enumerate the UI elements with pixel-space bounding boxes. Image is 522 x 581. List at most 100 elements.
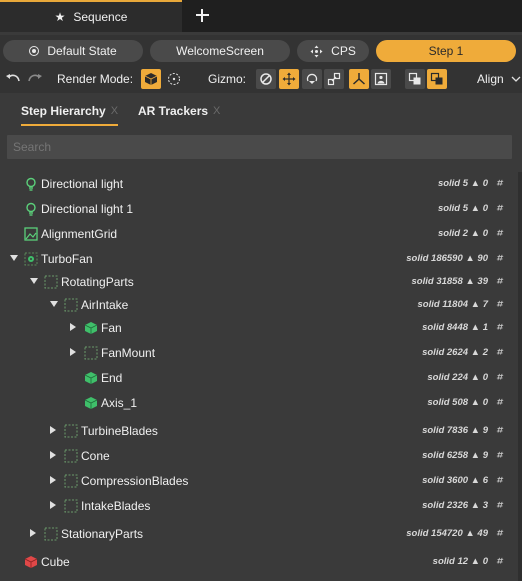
multi-select-button[interactable] <box>427 69 447 89</box>
gizmo-local-axes-button[interactable] <box>349 69 369 89</box>
redo-button[interactable] <box>25 69 45 89</box>
tree-item-name: TurboFan <box>41 252 93 266</box>
expand-arrow-right-icon[interactable] <box>30 529 36 537</box>
gizmo-rotate-button[interactable] <box>302 69 322 89</box>
undo-button[interactable] <box>3 69 23 89</box>
tree-item-name: FanMount <box>101 346 156 360</box>
cps-button[interactable]: CPS <box>297 40 369 62</box>
expand-arrow-right-icon[interactable] <box>50 451 56 459</box>
empty-group-icon <box>44 275 58 289</box>
visibility-toggle-icon[interactable]: ⌗ <box>496 322 502 333</box>
expand-arrow-right-icon[interactable] <box>50 476 56 484</box>
add-tab-button[interactable] <box>191 4 213 26</box>
default-state-label: Default State <box>47 44 117 58</box>
search-input[interactable] <box>7 135 512 159</box>
tree-item-name: TurbineBlades <box>81 424 158 438</box>
visibility-toggle-icon[interactable]: ⌗ <box>496 178 502 189</box>
document-tab-bar: ★ Sequence <box>0 0 522 32</box>
tree-row-fan[interactable]: Fan solid 8448 ▲ 1 ⌗ <box>0 316 522 341</box>
visibility-toggle-icon[interactable]: ⌗ <box>496 397 502 408</box>
expand-arrow-down-icon[interactable] <box>50 301 58 307</box>
tree-item-stats: solid 12 ▲ 0 <box>432 556 488 567</box>
empty-group-icon <box>64 424 78 438</box>
tab-step-hierarchy[interactable]: Step Hierarchy X <box>13 96 126 126</box>
visibility-toggle-icon[interactable]: ⌗ <box>496 475 502 486</box>
cube-icon <box>84 321 98 335</box>
snap-toggle-button[interactable] <box>405 69 425 89</box>
panel-tabs: Step Hierarchy X AR Trackers X <box>0 96 522 126</box>
tree-row-alignmentgrid[interactable]: AlignmentGrid solid 2 ▲ 0 ⌗ <box>0 222 522 247</box>
align-dropdown[interactable]: Align <box>477 72 521 86</box>
tree-item-name: IntakeBlades <box>81 499 151 513</box>
tree-item-stats: solid 3600 ▲ 6 <box>422 475 488 486</box>
tree-item-stats: solid 224 ▲ 0 <box>427 372 488 383</box>
visibility-toggle-icon[interactable]: ⌗ <box>496 450 502 461</box>
step-1-button[interactable]: Step 1 <box>376 40 516 62</box>
tree-item-stats: solid 6258 ▲ 9 <box>422 450 488 461</box>
gizmo-screen-button[interactable] <box>371 69 391 89</box>
tree-row-cube[interactable]: Cube solid 12 ▲ 0 ⌗ <box>0 550 522 575</box>
tree-row-intakeblades[interactable]: IntakeBlades solid 2326 ▲ 3 ⌗ <box>0 494 522 519</box>
render-wireframe-button[interactable] <box>164 69 184 89</box>
visibility-toggle-icon[interactable]: ⌗ <box>496 528 502 539</box>
cps-label: CPS <box>331 44 356 58</box>
picture-icon <box>374 72 388 86</box>
tree-row-compressionblades[interactable]: CompressionBlades solid 3600 ▲ 6 ⌗ <box>0 469 522 494</box>
tree-row-turbineblades[interactable]: TurbineBlades solid 7836 ▲ 9 ⌗ <box>0 419 522 444</box>
axes-icon <box>352 73 366 85</box>
tree-row-rotatingparts[interactable]: RotatingParts solid 31858 ▲ 39 ⌗ <box>0 270 522 295</box>
tree-item-stats: solid 186590 ▲ 90 <box>406 253 488 264</box>
visibility-toggle-icon[interactable]: ⌗ <box>496 347 502 358</box>
scrollbar[interactable] <box>518 172 522 581</box>
gizmo-move-button[interactable] <box>279 69 299 89</box>
tab-sequence[interactable]: ★ Sequence <box>0 0 182 32</box>
expand-arrow-down-icon[interactable] <box>30 278 38 284</box>
tree-row-directional-light[interactable]: Directional light solid 5 ▲ 0 ⌗ <box>0 172 522 197</box>
gizmo-scale-button[interactable] <box>324 69 344 89</box>
visibility-toggle-icon[interactable]: ⌗ <box>496 276 502 287</box>
tree-row-airintake[interactable]: AirIntake solid 11804 ▲ 7 ⌗ <box>0 293 522 318</box>
welcome-screen-button[interactable]: WelcomeScreen <box>150 40 290 62</box>
tree-item-name: Fan <box>101 321 122 335</box>
close-icon[interactable]: X <box>111 105 118 117</box>
empty-group-icon <box>64 474 78 488</box>
visibility-toggle-icon[interactable]: ⌗ <box>496 556 502 567</box>
default-state-button[interactable]: Default State <box>3 40 143 62</box>
tree-item-stats: solid 508 ▲ 0 <box>427 397 488 408</box>
tree-row-turbofan[interactable]: TurboFan solid 186590 ▲ 90 ⌗ <box>0 247 522 272</box>
tree-row-axis-1[interactable]: Axis_1 solid 508 ▲ 0 ⌗ <box>0 391 522 416</box>
expand-arrow-right-icon[interactable] <box>70 348 76 356</box>
visibility-toggle-icon[interactable]: ⌗ <box>496 425 502 436</box>
tree-row-stationaryparts[interactable]: StationaryParts solid 154720 ▲ 49 ⌗ <box>0 522 522 547</box>
tab-ar-trackers[interactable]: AR Trackers X <box>130 96 228 126</box>
tree-row-fanmount[interactable]: FanMount solid 2624 ▲ 2 ⌗ <box>0 341 522 366</box>
visibility-toggle-icon[interactable]: ⌗ <box>496 228 502 239</box>
rotate-icon <box>306 73 318 84</box>
visibility-toggle-icon[interactable]: ⌗ <box>496 203 502 214</box>
empty-group-icon <box>64 449 78 463</box>
tab-ar-trackers-label: AR Trackers <box>138 104 209 118</box>
gizmo-none-button[interactable] <box>256 69 276 89</box>
render-solid-button[interactable] <box>141 69 161 89</box>
tree-item-name: CompressionBlades <box>81 474 189 488</box>
expand-arrow-right-icon[interactable] <box>50 426 56 434</box>
visibility-toggle-icon[interactable]: ⌗ <box>496 299 502 310</box>
empty-group-icon <box>64 499 78 513</box>
expand-arrow-right-icon[interactable] <box>70 323 76 331</box>
tree-row-directional-light-1[interactable]: Directional light 1 solid 5 ▲ 0 ⌗ <box>0 197 522 222</box>
expand-arrow-down-icon[interactable] <box>10 255 18 261</box>
tree-row-end[interactable]: End solid 224 ▲ 0 ⌗ <box>0 366 522 391</box>
tree-row-cone[interactable]: Cone solid 6258 ▲ 9 ⌗ <box>0 444 522 469</box>
close-icon[interactable]: X <box>213 105 220 117</box>
tree-item-stats: solid 2326 ▲ 3 <box>422 500 488 511</box>
visibility-toggle-icon[interactable]: ⌗ <box>496 500 502 511</box>
redo-icon <box>28 74 42 82</box>
tree-item-name: Axis_1 <box>101 396 138 410</box>
visibility-toggle-icon[interactable]: ⌗ <box>496 253 502 264</box>
toolbar: Render Mode: Gizmo: Align <box>0 67 522 93</box>
visibility-toggle-icon[interactable]: ⌗ <box>496 372 502 383</box>
expand-arrow-right-icon[interactable] <box>50 501 56 509</box>
solid-cube-icon <box>144 73 158 85</box>
tree-item-stats: solid 5 ▲ 0 <box>437 178 488 189</box>
tree-item-stats: solid 8448 ▲ 1 <box>422 322 488 333</box>
